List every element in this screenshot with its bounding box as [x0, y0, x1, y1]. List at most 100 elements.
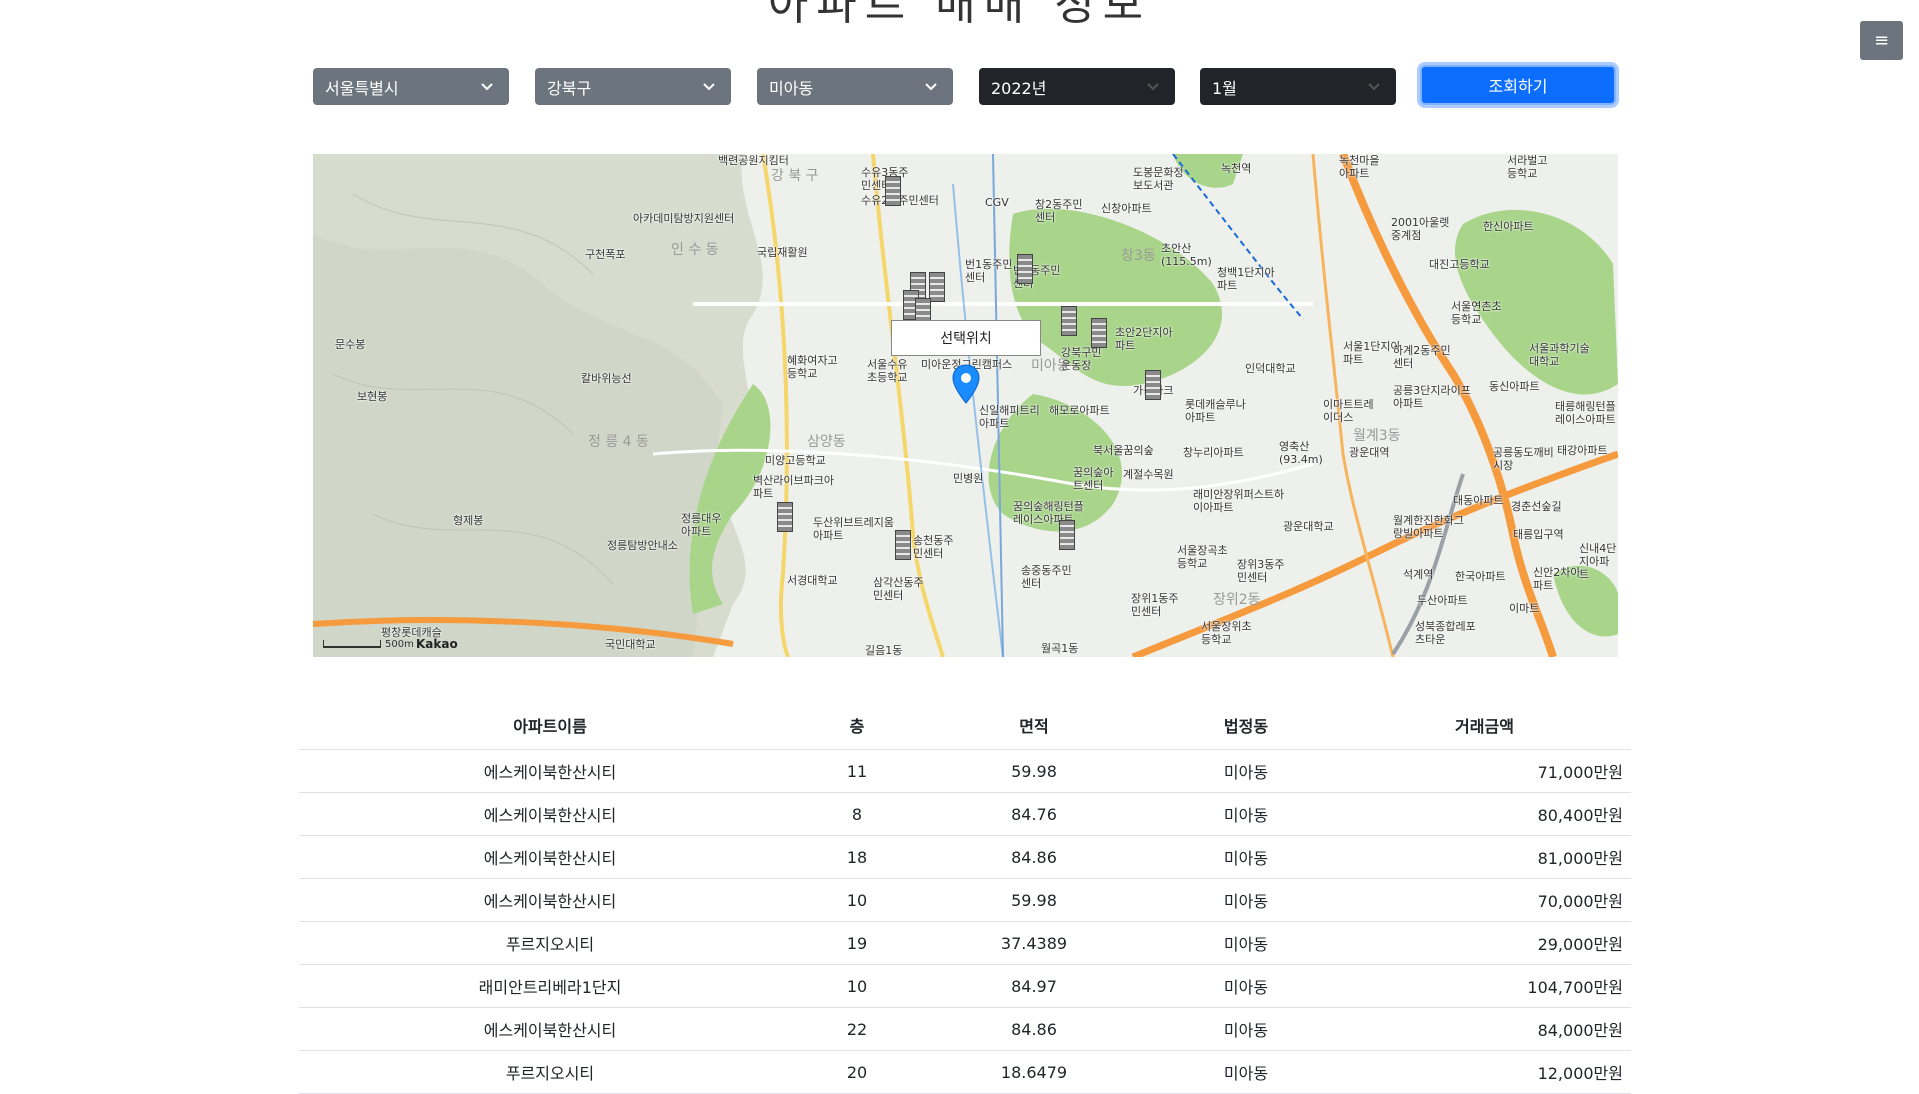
cell-area: 84.86 [913, 1007, 1155, 1051]
map-label: 래미안장위퍼스트하이아파트 [1193, 488, 1285, 514]
map-label: 길음1동 [865, 644, 903, 657]
cell-name: 에스케이북한산시티 [299, 835, 801, 879]
building-icon[interactable] [1061, 306, 1077, 336]
map-label: 태릉입구역 [1513, 528, 1564, 541]
map-label: 청백1단지아파트 [1217, 266, 1275, 292]
location-pin-icon[interactable] [952, 364, 980, 404]
map-label: 형제봉 [453, 514, 484, 527]
search-button[interactable]: 조회하기 [1420, 65, 1616, 105]
month-select-value: 1월 [1212, 78, 1237, 98]
map-label: 인 수 동 [671, 242, 719, 258]
building-icon[interactable] [1091, 318, 1107, 348]
map-label: 북서울꿈의숲 [1093, 444, 1154, 457]
city-select-value: 서울특별시 [325, 78, 399, 98]
map-label: 신일해피트리아파트 [979, 404, 1040, 430]
building-icon[interactable] [777, 502, 793, 532]
cell-price: 84,000만원 [1337, 1007, 1631, 1051]
cell-dong: 미아동 [1155, 1050, 1337, 1094]
info-window: 선택위치 [891, 320, 1041, 356]
cell-floor: 22 [801, 1007, 913, 1051]
map-label: 대진고등학교 [1429, 258, 1490, 271]
cell-area: 59.98 [913, 749, 1155, 793]
building-icon[interactable] [1145, 370, 1161, 400]
map-label: 이마트트레이더스 [1323, 398, 1374, 424]
map-label: 광운대역 [1349, 446, 1390, 459]
building-icon[interactable] [929, 272, 945, 302]
page-title: 아파트 매매 정보 [767, 0, 1152, 30]
building-icon[interactable] [885, 176, 901, 206]
map-label: 태강아파트 [1557, 444, 1608, 457]
map-label: 태릉해링턴플레이스아파트 [1555, 400, 1616, 426]
month-select[interactable]: 1월 [1200, 68, 1396, 105]
map-label: 광운대학교 [1283, 520, 1334, 533]
map-label: 이마트 [1509, 602, 1540, 615]
cell-area: 37.4389 [913, 921, 1155, 965]
column-header-dong: 법정동 [1155, 701, 1337, 750]
map-label: 월곡1동 [1041, 642, 1079, 655]
cell-dong: 미아동 [1155, 792, 1337, 836]
district-select[interactable]: 강북구 [535, 68, 731, 105]
building-icon[interactable] [1059, 520, 1075, 550]
map-label: 석계역 [1403, 568, 1434, 581]
cell-price: 70,000만원 [1337, 878, 1631, 922]
table-row: 에스케이북한산시티 22 84.86 미아동 84,000만원 [299, 1007, 1631, 1051]
cell-area: 84.97 [913, 964, 1155, 1008]
map-label: 꿈의숲아트센터 [1073, 466, 1114, 492]
cell-area: 84.86 [913, 835, 1155, 879]
map-label: 창누리아파트 [1183, 446, 1244, 459]
map-label: 두산위브트레지움아파트 [813, 516, 894, 542]
chevron-down-icon [925, 83, 937, 91]
dong-select-value: 미아동 [769, 78, 814, 98]
district-select-value: 강북구 [547, 78, 592, 98]
cell-price: 12,000만원 [1337, 1050, 1631, 1094]
map-label: 장위1동주민센터 [1131, 592, 1179, 618]
map-label: 백련공원지킴터 [718, 154, 789, 167]
building-icon[interactable] [895, 530, 911, 560]
kakao-logo: Kakao [416, 637, 458, 651]
map[interactable]: 백련공원지킴터 강 북 구 아카데미탐방지원센터 구천폭포 국립재활원 인 수 … [313, 154, 1618, 657]
dong-select[interactable]: 미아동 [757, 68, 953, 105]
map-label: 혜화여자고등학교 [787, 354, 838, 380]
city-select[interactable]: 서울특별시 [313, 68, 509, 105]
cell-floor: 10 [801, 878, 913, 922]
map-label: 공릉동도깨비시장 [1493, 446, 1554, 472]
map-label: CGV [985, 196, 1009, 209]
map-label: 계절수목원 [1123, 468, 1174, 481]
cell-area: 59.98 [913, 878, 1155, 922]
map-label: 해모로아파트 [1049, 404, 1110, 417]
cell-dong: 미아동 [1155, 1007, 1337, 1051]
chevron-down-icon [703, 83, 715, 91]
menu-button[interactable]: ≡ [1860, 21, 1903, 60]
map-label: 벽산라이브파크아파트 [753, 474, 834, 500]
building-icon[interactable] [1017, 254, 1033, 284]
map-label: 초안2단지아파트 [1115, 326, 1173, 352]
chevron-down-icon [1368, 83, 1380, 91]
cell-name: 래미안트리베라1단지 [299, 964, 801, 1008]
map-label: 송천동주민센터 [913, 534, 954, 560]
cell-name: 에스케이북한산시티 [299, 749, 801, 793]
cell-name: 에스케이북한산시티 [299, 878, 801, 922]
map-label: 아카데미탐방지원센터 [633, 212, 735, 225]
deals-table: 아파트이름 층 면적 법정동 거래금액 에스케이북한산시티 11 59.98 미… [299, 701, 1631, 1094]
map-label: 신창아파트 [1101, 202, 1152, 215]
table-row: 에스케이북한산시티 8 84.76 미아동 80,400만원 [299, 792, 1631, 836]
map-label: 녹천마을아파트 [1339, 154, 1380, 180]
map-label: 도봉문화정보도서관 [1133, 166, 1184, 192]
cell-floor: 11 [801, 749, 913, 793]
map-label: 월계3동 [1353, 428, 1401, 444]
cell-floor: 19 [801, 921, 913, 965]
year-select[interactable]: 2022년 [979, 68, 1175, 105]
map-label: 한신아파트 [1483, 220, 1534, 233]
cell-floor: 8 [801, 792, 913, 836]
map-label: 영축산(93.4m) [1279, 440, 1323, 466]
map-label: 번1동주민센터 [965, 258, 1013, 284]
map-label: 성북종합레포츠타운 [1415, 620, 1476, 646]
column-header-area: 면적 [913, 701, 1155, 750]
year-select-value: 2022년 [991, 78, 1047, 98]
map-scale-bar [323, 640, 381, 648]
map-label: 녹천역 [1221, 162, 1252, 175]
cell-price: 80,400만원 [1337, 792, 1631, 836]
map-label: 창3동 [1121, 248, 1156, 264]
map-label: 강 북 구 [771, 168, 819, 184]
cell-dong: 미아동 [1155, 878, 1337, 922]
